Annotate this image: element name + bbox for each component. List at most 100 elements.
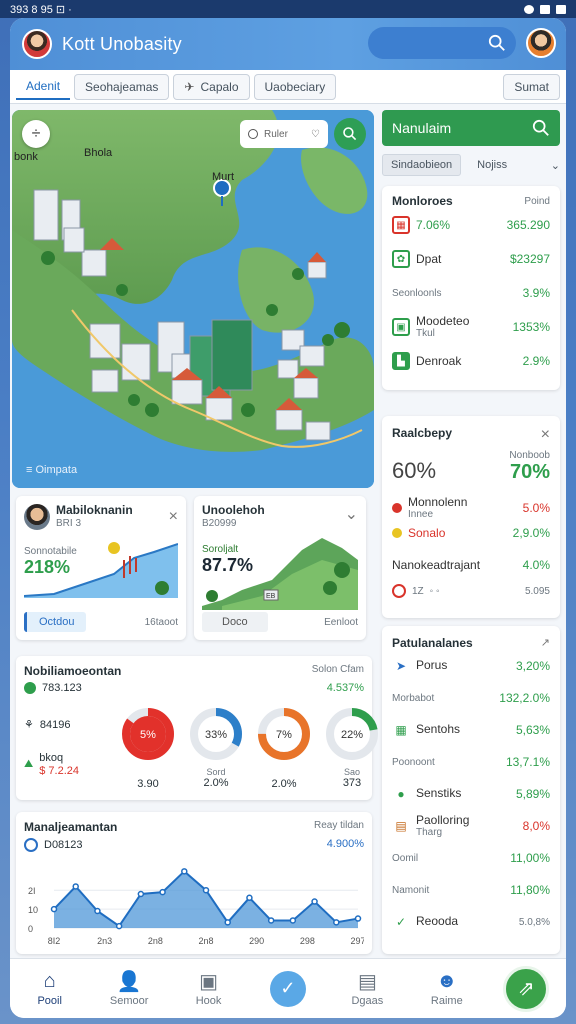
metric-row[interactable]: ✿ Dpat $23297 bbox=[392, 242, 550, 276]
performance-row-value: 5,89% bbox=[515, 787, 550, 801]
home-icon: ⌂ bbox=[43, 969, 56, 992]
performance-row[interactable]: ➤ Porus 3,20% bbox=[392, 650, 550, 682]
performance-row-value: 11,80% bbox=[510, 883, 550, 897]
card-b-secondary-button[interactable]: Eenloot bbox=[324, 617, 358, 628]
performance-row-label: Oomil bbox=[392, 852, 419, 864]
x-tick-label: 2n3 bbox=[97, 936, 112, 946]
nav-item-5[interactable]: ☻ Raime bbox=[408, 970, 486, 1008]
metric-label: 7.06% bbox=[416, 218, 451, 232]
check-icon: ✓ bbox=[395, 915, 407, 929]
donut-item[interactable]: 7% 2.0% bbox=[254, 706, 314, 790]
map-caption-text: Oimpata bbox=[35, 464, 78, 476]
right-panel-header[interactable]: Nanulaim bbox=[382, 110, 560, 146]
risk-row-value: 5.0% bbox=[522, 501, 550, 515]
status-time: 393 8 95 ⊡ · bbox=[10, 3, 72, 16]
risk-row-value: 2,9.0% bbox=[512, 526, 550, 540]
data-point bbox=[267, 917, 275, 924]
search-button[interactable] bbox=[368, 27, 516, 59]
performance-row[interactable]: ▤ Paolloring Tharg 8,0% bbox=[392, 810, 550, 842]
nav-item-6[interactable]: ⇗ bbox=[487, 965, 565, 1012]
nav-item-label: Pooil bbox=[37, 995, 62, 1007]
nav-item-1[interactable]: 👤 Semoor bbox=[90, 970, 168, 1008]
donut-item[interactable]: 5% 3.90 bbox=[118, 706, 178, 790]
donut-item[interactable]: 33% Sord 2.0% bbox=[186, 706, 246, 789]
risk-row[interactable]: Nanokeadtrajant 4.0% bbox=[392, 550, 550, 580]
risk-row-label: Monnolenn bbox=[408, 494, 468, 509]
metric-row[interactable]: ▣ Moodeteo Tkul 1353% bbox=[392, 310, 550, 344]
nav-item-4[interactable]: ▤ Dgaas bbox=[328, 970, 406, 1008]
metric-row[interactable]: Seonloonls 3.9% bbox=[392, 276, 550, 310]
performance-row[interactable]: Namonit 11,80% bbox=[392, 874, 550, 906]
tab-2[interactable]: ✈ Capalo bbox=[173, 73, 250, 100]
risk-card-title: Raalcbepy bbox=[392, 426, 453, 440]
donut-bottom-label: Sao bbox=[343, 767, 360, 777]
heart-icon: ♡ bbox=[311, 128, 320, 140]
y-tick-label: 2I bbox=[28, 886, 36, 896]
card-a-primary-label: Octdou bbox=[39, 616, 75, 628]
performance-row[interactable]: ● Senstiks 5,89% bbox=[392, 778, 550, 810]
card-a-primary-button[interactable]: Octdou bbox=[24, 612, 87, 632]
table-icon: ▦ bbox=[395, 723, 407, 737]
app-screen: Kott Unobasity Adenit Seohajeamas ✈ Capa… bbox=[10, 18, 566, 1018]
layers-button[interactable]: ÷ bbox=[22, 120, 50, 148]
performance-row-value: 11,00% bbox=[510, 851, 550, 865]
performance-row-label-group: Oomil bbox=[392, 853, 418, 864]
plus-icon: ⇗ bbox=[503, 965, 550, 1012]
performance-row[interactable]: ✓ Reooda 5.0,8% bbox=[392, 906, 550, 938]
x-tick-label: 2n8 bbox=[148, 936, 163, 946]
donut-item[interactable]: 22% Sao 373 bbox=[322, 706, 382, 789]
nav-item-0[interactable]: ⌂ Pooil bbox=[11, 969, 89, 1008]
map-locate-button[interactable] bbox=[334, 118, 366, 150]
risk-row[interactable]: Monnolenn Innee 5.0% bbox=[392, 494, 550, 522]
card-a-chart bbox=[24, 542, 178, 598]
nav-item-2[interactable]: ▣ Hook bbox=[170, 970, 248, 1008]
tab-3[interactable]: Uaobeciary bbox=[253, 73, 337, 100]
tab-1[interactable]: Seohajeamas bbox=[74, 73, 170, 100]
donut-center-label: 22% bbox=[341, 729, 363, 741]
metric-value: 2.9% bbox=[522, 354, 550, 368]
map-view[interactable]: Bhola bonk Murt ÷ Ruler ♡ ≡ Oimpata bbox=[12, 110, 374, 488]
performance-row-value: 3,20% bbox=[515, 659, 550, 673]
tab-0[interactable]: Adenit bbox=[16, 73, 71, 100]
doc-icon: ▤ bbox=[395, 819, 407, 833]
nav-item-label: Semoor bbox=[109, 995, 149, 1007]
nav-item-3[interactable]: ✓ bbox=[249, 970, 327, 1007]
metric-row[interactable]: ▙ Denroak 2.9% bbox=[392, 344, 550, 378]
chevron-down-icon[interactable]: ⌄ bbox=[551, 159, 560, 172]
chevron-down-icon[interactable]: ⌄ bbox=[345, 504, 358, 524]
donut-spacer bbox=[118, 767, 178, 778]
metric-row[interactable]: ▦ 7.06% 365.290 bbox=[392, 208, 550, 242]
performance-row-text: Reooda bbox=[416, 915, 458, 928]
performance-row[interactable]: ▦ Sentohs 5,63% bbox=[392, 714, 550, 746]
data-point bbox=[333, 919, 340, 926]
avatar[interactable] bbox=[22, 29, 52, 59]
expand-icon[interactable]: ↗ bbox=[541, 636, 550, 650]
performance-row-value: 13,7.1% bbox=[505, 755, 550, 769]
page-title: Kott Unobasity bbox=[62, 33, 182, 54]
map-label-a: bonk bbox=[14, 151, 38, 163]
profile-avatar[interactable] bbox=[526, 28, 556, 58]
card-b-value: 87.7% bbox=[202, 555, 254, 575]
risk-row[interactable]: Sonalo 2,9.0% bbox=[392, 522, 550, 544]
close-icon[interactable]: × bbox=[169, 508, 178, 526]
performance-row[interactable]: Poonoont 13,7.1% bbox=[392, 746, 550, 778]
card-b-primary-button[interactable]: Doco bbox=[202, 612, 268, 632]
performance-row-value: 5,63% bbox=[515, 723, 550, 737]
donut-card-item2-label: bkoq bbox=[39, 752, 64, 764]
map-search-field[interactable]: Ruler ♡ bbox=[240, 120, 328, 148]
card-a-title: Mabiloknanin bbox=[56, 503, 133, 518]
subtab-active[interactable]: Sindaobieon bbox=[382, 154, 462, 176]
tab-4[interactable]: Sumat bbox=[503, 73, 560, 100]
performance-row-text: Poonoont bbox=[392, 757, 435, 768]
performance-row[interactable]: Morbabot 132,2.0% bbox=[392, 682, 550, 714]
card-a-secondary-button[interactable]: 16taoot bbox=[145, 617, 178, 628]
risk-row[interactable]: 1Z ◦ ◦ 5.095 bbox=[392, 580, 550, 602]
close-icon[interactable]: × bbox=[541, 426, 550, 444]
performance-row-label-group: Morbabot bbox=[392, 693, 434, 704]
subtab-other[interactable]: Nojiss bbox=[477, 159, 507, 171]
bottom-chart-title-right: Reay tildan bbox=[313, 820, 364, 831]
risk-pct-left: 60% bbox=[392, 458, 437, 483]
performance-row[interactable]: Oomil 11,00% bbox=[392, 842, 550, 874]
check-icon: ✓ bbox=[269, 970, 306, 1007]
tab-2-label: Capalo bbox=[200, 79, 239, 94]
